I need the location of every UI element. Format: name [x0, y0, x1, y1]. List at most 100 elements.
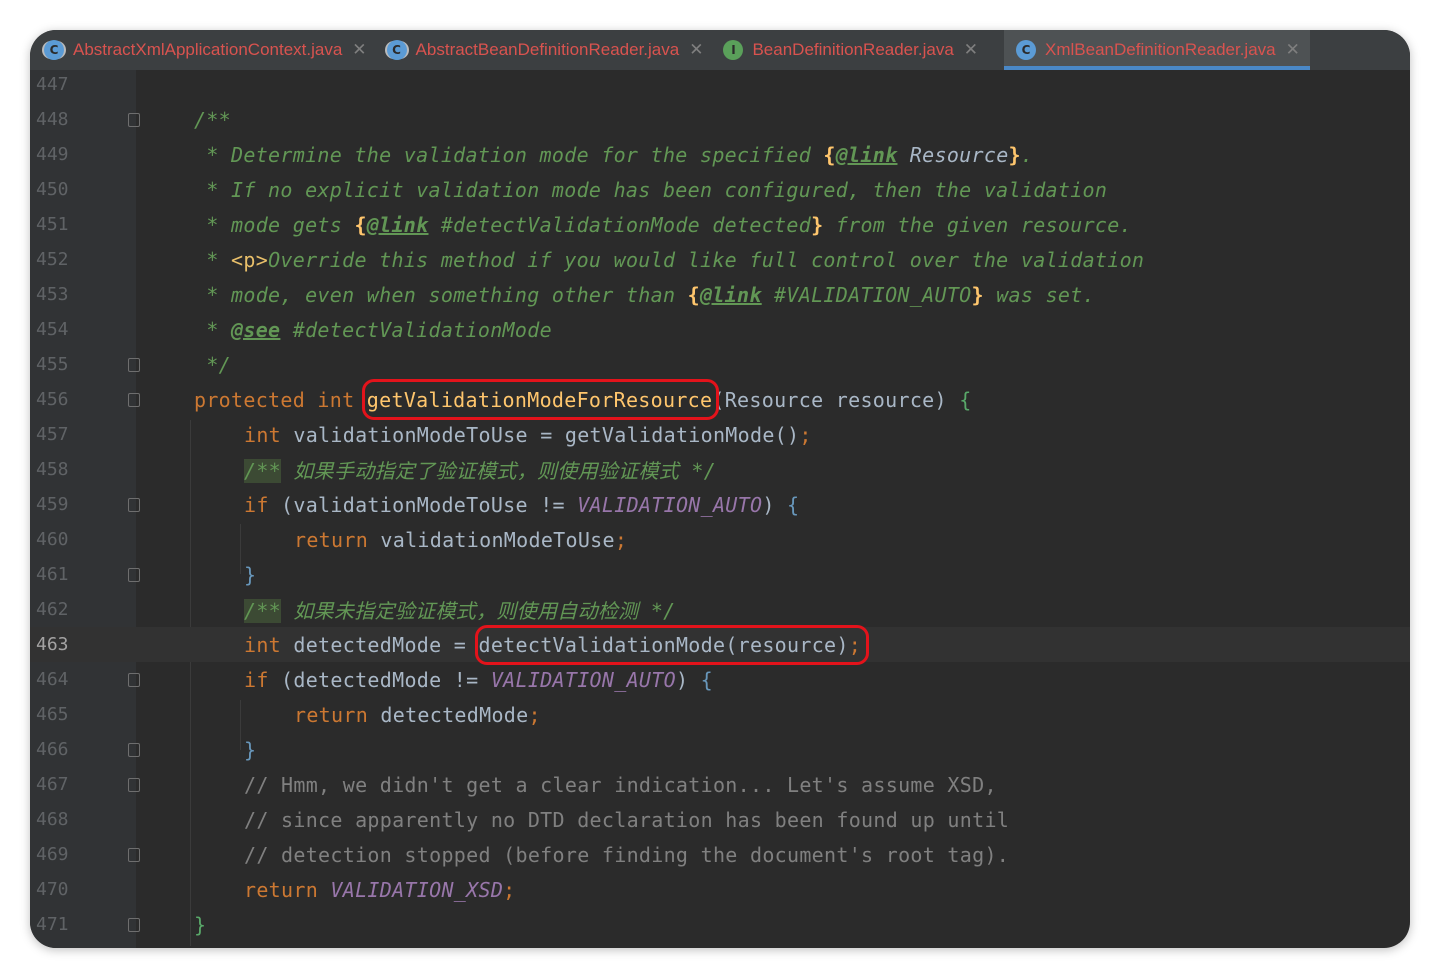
line-number: 460: [36, 529, 69, 550]
abstract-class-icon: C: [386, 40, 407, 60]
line-number: 465: [36, 704, 69, 725]
code-line-470: 470 return VALIDATION_XSD;: [30, 872, 1410, 907]
ide-window: C AbstractXmlApplicationContext.java ✕ C…: [30, 30, 1410, 948]
line-number: 451: [36, 214, 69, 235]
code-line-448: 448 /**: [30, 102, 1410, 137]
line-number: 461: [36, 564, 69, 585]
tab-abstract-xml-application-context[interactable]: C AbstractXmlApplicationContext.java ✕: [44, 30, 377, 70]
code-line-468: 468 // since apparently no DTD declarati…: [30, 802, 1410, 837]
code-line-450: 450 * If no explicit validation mode has…: [30, 172, 1410, 207]
code-text: return validationModeToUse;: [294, 527, 628, 552]
code-line-469: 469 // detection stopped (before finding…: [30, 837, 1410, 872]
fold-icon[interactable]: [128, 357, 140, 372]
closing-brace: }: [244, 737, 257, 762]
line-number: 462: [36, 599, 69, 620]
code-line-451: 451 * mode gets {@link #detectValidation…: [30, 207, 1410, 242]
code-line-455: 455 */: [30, 347, 1410, 382]
code-text: * <p>Override this method if you would l…: [194, 247, 1145, 272]
code-line-465: 465 return detectedMode;: [30, 697, 1410, 732]
tab-label: AbstractBeanDefinitionReader.java: [415, 40, 680, 59]
fold-icon[interactable]: [128, 742, 140, 757]
editor-tab-bar: C AbstractXmlApplicationContext.java ✕ C…: [30, 30, 1410, 70]
code-editor[interactable]: 447 448 /** 449 * Determine the validati…: [30, 70, 1410, 948]
code-line-456: 456 protected int getValidationModeForRe…: [30, 382, 1410, 417]
code-line-462: 462 /** 如果未指定验证模式，则使用自动检测 */: [30, 592, 1410, 627]
code-text: int validationModeToUse = getValidationM…: [244, 422, 812, 447]
tab-label: BeanDefinitionReader.java: [752, 40, 954, 59]
abstract-class-icon: C: [44, 40, 64, 60]
code-text: /** 如果未指定验证模式，则使用自动检测 */: [244, 599, 676, 623]
code-line-458: 458 /** 如果手动指定了验证模式，则使用验证模式 */: [30, 452, 1410, 487]
fold-icon[interactable]: [128, 497, 140, 512]
fold-icon[interactable]: [128, 917, 140, 932]
code-text: * @see #detectValidationMode: [194, 317, 552, 342]
code-line-459: 459 if (validationModeToUse != VALIDATIO…: [30, 487, 1410, 522]
close-icon[interactable]: ✕: [352, 40, 366, 60]
code-line-461: 461 }: [30, 557, 1410, 592]
fold-icon[interactable]: [128, 847, 140, 862]
line-number: 453: [36, 284, 69, 305]
code-line-452: 452 * <p>Override this method if you wou…: [30, 242, 1410, 277]
fold-icon[interactable]: [128, 392, 140, 407]
highlight-box-method-call: [475, 625, 869, 665]
line-number: 470: [36, 879, 69, 900]
line-number: 448: [36, 109, 69, 130]
fold-icon[interactable]: [128, 567, 140, 582]
line-number: 458: [36, 459, 69, 480]
code-line-466: 466 }: [30, 732, 1410, 767]
tab-xml-bean-definition-reader[interactable]: C XmlBeanDefinitionReader.java ✕: [1004, 30, 1310, 70]
line-comment: // Hmm, we didn't get a clear indication…: [244, 772, 997, 797]
close-icon[interactable]: ✕: [689, 40, 703, 60]
interface-icon: I: [723, 40, 744, 60]
fold-icon[interactable]: [128, 777, 140, 792]
tab-abstract-bean-definition-reader[interactable]: C AbstractBeanDefinitionReader.java ✕: [386, 30, 714, 70]
line-number: 467: [36, 774, 69, 795]
close-icon[interactable]: ✕: [1286, 40, 1300, 60]
code-text: * Determine the validation mode for the …: [194, 142, 1034, 167]
code-line-460: 460 return validationModeToUse;: [30, 522, 1410, 557]
code-line-447: 447: [30, 67, 1410, 102]
line-number: 471: [36, 914, 69, 935]
line-number: 447: [36, 74, 69, 95]
closing-brace: }: [194, 912, 207, 937]
line-number: 468: [36, 809, 69, 830]
line-number: 450: [36, 179, 69, 200]
code-text: return detectedMode;: [294, 702, 541, 727]
doc-comment: */: [194, 352, 232, 377]
code-line-467: 467 // Hmm, we didn't get a clear indica…: [30, 767, 1410, 802]
line-number: 449: [36, 144, 69, 165]
code-line-453: 453 * mode, even when something other th…: [30, 277, 1410, 312]
code-line-464: 464 if (detectedMode != VALIDATION_AUTO)…: [30, 662, 1410, 697]
line-number: 456: [36, 389, 69, 410]
line-number: 459: [36, 494, 69, 515]
fold-icon[interactable]: [128, 112, 140, 127]
tab-label: XmlBeanDefinitionReader.java: [1045, 40, 1276, 59]
line-number: 466: [36, 739, 69, 760]
line-comment: // detection stopped (before finding the…: [244, 842, 1010, 867]
line-comment: // since apparently no DTD declaration h…: [244, 807, 1010, 832]
tab-bean-definition-reader[interactable]: I BeanDefinitionReader.java ✕: [723, 30, 988, 70]
doc-comment: * If no explicit validation mode has bee…: [194, 177, 1108, 202]
line-number: 469: [36, 844, 69, 865]
close-icon[interactable]: ✕: [964, 40, 978, 60]
fold-icon[interactable]: [128, 672, 140, 687]
code-line-457: 457 int validationModeToUse = getValidat…: [30, 417, 1410, 452]
class-icon: C: [1016, 40, 1037, 60]
highlight-box-method-declaration: [362, 379, 719, 420]
line-number: 464: [36, 669, 69, 690]
closing-brace: }: [244, 562, 257, 587]
code-line-471: 471 }: [30, 907, 1410, 942]
code-text: if (detectedMode != VALIDATION_AUTO) {: [244, 667, 713, 692]
line-number: 452: [36, 249, 69, 270]
line-number: 455: [36, 354, 69, 375]
line-number: 463: [36, 634, 69, 655]
code-text: * mode, even when something other than {…: [194, 282, 1095, 307]
code-line-449: 449 * Determine the validation mode for …: [30, 137, 1410, 172]
doc-comment: /**: [194, 107, 232, 132]
code-text: /** 如果手动指定了验证模式，则使用验证模式 */: [244, 459, 717, 483]
code-text: * mode gets {@link #detectValidationMode…: [194, 212, 1132, 237]
code-text: return VALIDATION_XSD;: [244, 877, 516, 902]
line-number: 454: [36, 319, 69, 340]
tab-label: AbstractXmlApplicationContext.java: [73, 40, 343, 59]
code-line-454: 454 * @see #detectValidationMode: [30, 312, 1410, 347]
